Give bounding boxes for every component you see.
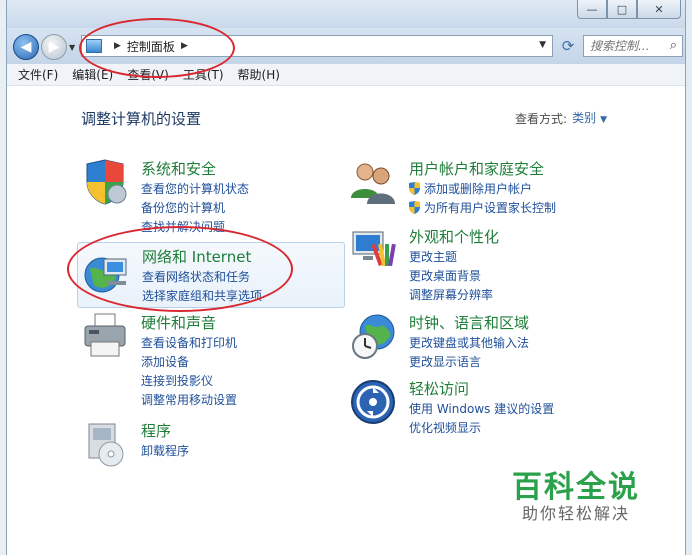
category-user-accounts: 用户帐户和家庭安全 添加或删除用户帐户 为所有用户设置家长控制: [349, 158, 639, 220]
search-input[interactable]: [590, 39, 660, 53]
link-change-theme[interactable]: 更改主题: [409, 248, 493, 267]
annotation-ring-network: [67, 226, 293, 312]
recent-pages-dropdown-icon[interactable]: ▼: [69, 43, 75, 52]
category-links: 卸载程序: [141, 442, 189, 461]
appearance-monitor-icon: [352, 231, 396, 267]
category-title[interactable]: 程序: [141, 420, 171, 441]
minimize-button[interactable]: —: [577, 0, 607, 19]
search-box[interactable]: ⌕: [583, 35, 683, 57]
printer-icon: [84, 313, 126, 357]
back-button[interactable]: ◀: [13, 34, 39, 60]
category-programs: 程序 卸载程序: [81, 420, 341, 480]
category-links: 更改键盘或其他输入法 更改显示语言: [409, 334, 529, 372]
link-devices-printers[interactable]: 查看设备和打印机: [141, 334, 237, 353]
link-recommended-settings[interactable]: 使用 Windows 建议的设置: [409, 400, 554, 419]
menu-file[interactable]: 文件(F): [11, 66, 65, 83]
link-connect-projector[interactable]: 连接到投影仪: [141, 372, 237, 391]
forward-button[interactable]: ▶: [41, 34, 67, 60]
programs-disc-icon: [88, 423, 124, 467]
category-title[interactable]: 轻松访问: [409, 378, 469, 399]
view-by-value[interactable]: 类别: [572, 111, 596, 125]
link-screen-resolution[interactable]: 调整屏幕分辨率: [409, 286, 493, 305]
link-label[interactable]: 为所有用户设置家长控制: [424, 201, 556, 215]
category-title[interactable]: 系统和安全: [141, 158, 216, 179]
refresh-button[interactable]: ⟳: [557, 36, 579, 56]
ease-of-access-icon: [351, 380, 395, 424]
system-security-shield-icon: [86, 159, 127, 205]
category-links: 查看设备和打印机 添加设备 连接到投影仪 调整常用移动设置: [141, 334, 237, 410]
category-title[interactable]: 外观和个性化: [409, 226, 499, 247]
category-title[interactable]: 时钟、语言和区域: [409, 312, 529, 333]
window-controls: — □ ✕: [577, 0, 681, 19]
category-links: 添加或删除用户帐户 为所有用户设置家长控制: [409, 180, 556, 218]
link-parental-controls[interactable]: 为所有用户设置家长控制: [409, 199, 556, 218]
view-by-label: 查看方式:: [514, 112, 567, 126]
link-label[interactable]: 添加或删除用户帐户: [424, 182, 532, 196]
clock-globe-icon: [352, 314, 395, 359]
category-links: 使用 Windows 建议的设置 优化视频显示: [409, 400, 554, 438]
users-icon: [351, 163, 395, 204]
category-hardware-sound: 硬件和声音 查看设备和打印机 添加设备 连接到投影仪 调整常用移动设置: [81, 312, 341, 408]
link-add-remove-user[interactable]: 添加或删除用户帐户: [409, 180, 556, 199]
view-by-dropdown[interactable]: 类别 ▼: [572, 109, 607, 126]
link-display-language[interactable]: 更改显示语言: [409, 353, 529, 372]
chevron-down-icon[interactable]: ▼: [600, 115, 607, 125]
refresh-icon: ⟳: [561, 37, 575, 55]
link-mobility-settings[interactable]: 调整常用移动设置: [141, 391, 237, 410]
annotation-ring-address: [79, 18, 235, 78]
link-keyboard-input[interactable]: 更改键盘或其他输入法: [409, 334, 529, 353]
link-view-computer-status[interactable]: 查看您的计算机状态: [141, 180, 249, 199]
maximize-button[interactable]: □: [607, 0, 637, 19]
link-add-device[interactable]: 添加设备: [141, 353, 237, 372]
category-title[interactable]: 硬件和声音: [141, 312, 216, 333]
back-arrow-icon: ◀: [20, 39, 32, 55]
link-optimize-video[interactable]: 优化视频显示: [409, 419, 554, 438]
category-appearance: 外观和个性化 更改主题 更改桌面背景 调整屏幕分辨率: [349, 226, 639, 306]
link-backup-computer[interactable]: 备份您的计算机: [141, 199, 249, 218]
uac-shield-icon: [409, 182, 420, 195]
category-ease-of-access: 轻松访问 使用 Windows 建议的设置 优化视频显示: [349, 378, 639, 440]
forward-arrow-icon: ▶: [48, 39, 60, 55]
menu-help[interactable]: 帮助(H): [231, 66, 287, 83]
link-desktop-background[interactable]: 更改桌面背景: [409, 267, 493, 286]
page-title: 调整计算机的设置: [81, 110, 202, 128]
link-uninstall-program[interactable]: 卸载程序: [141, 442, 189, 461]
category-links: 更改主题 更改桌面背景 调整屏幕分辨率: [409, 248, 493, 305]
category-title[interactable]: 用户帐户和家庭安全: [409, 158, 544, 179]
close-button[interactable]: ✕: [637, 0, 681, 19]
uac-shield-icon: [409, 201, 420, 214]
address-dropdown-icon[interactable]: ▼: [539, 40, 546, 50]
watermark-tagline: 助你轻松解决: [522, 504, 631, 523]
search-icon[interactable]: ⌕: [670, 38, 677, 53]
category-system-security: 系统和安全 查看您的计算机状态 备份您的计算机 查找并解决问题: [81, 158, 341, 238]
category-clock-language-region: 时钟、语言和区域 更改键盘或其他输入法 更改显示语言: [349, 312, 639, 374]
